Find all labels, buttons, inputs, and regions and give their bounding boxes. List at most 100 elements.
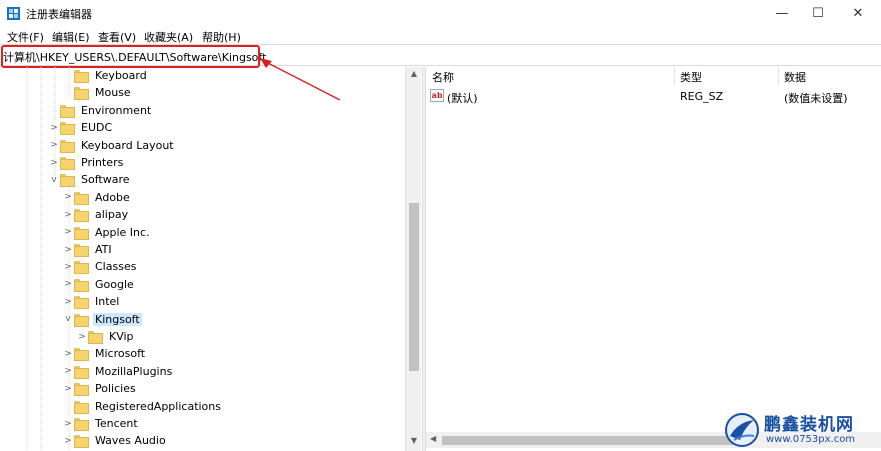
tree-item-label: Keyboard bbox=[95, 69, 147, 82]
tree-item[interactable]: Keyboard bbox=[62, 67, 149, 84]
tree-item-label: Keyboard Layout bbox=[81, 138, 174, 152]
chevron-right-icon[interactable]: > bbox=[62, 206, 74, 223]
chevron-down-icon[interactable]: v bbox=[48, 171, 60, 188]
tree-item[interactable]: v Software bbox=[48, 171, 132, 188]
value-data: (数值未设置) bbox=[784, 92, 848, 105]
value-type: REG_SZ bbox=[680, 90, 724, 103]
chevron-right-icon[interactable]: > bbox=[62, 258, 74, 275]
close-icon: ✕ bbox=[852, 6, 864, 21]
scroll-thumb[interactable] bbox=[409, 203, 419, 371]
tree-item[interactable]: > Printers bbox=[48, 154, 125, 171]
folder-icon bbox=[74, 261, 89, 275]
chevron-right-icon[interactable]: > bbox=[62, 241, 74, 258]
scroll-down-icon[interactable]: ▼ bbox=[406, 436, 422, 445]
column-divider[interactable] bbox=[674, 67, 675, 85]
folder-icon bbox=[74, 348, 89, 362]
chevron-right-icon[interactable]: > bbox=[62, 189, 74, 206]
tree-item[interactable]: Mouse bbox=[62, 84, 133, 101]
chevron-right-icon[interactable]: > bbox=[48, 119, 60, 136]
regedit-app-icon bbox=[7, 7, 20, 20]
tree-item[interactable]: v Kingsoft bbox=[62, 311, 142, 328]
folder-icon bbox=[74, 226, 89, 240]
no-expander bbox=[62, 398, 74, 415]
tree-item-label: Waves Audio bbox=[95, 434, 166, 448]
column-header-type[interactable]: 类型 bbox=[680, 69, 702, 85]
tree-item[interactable]: RegisteredApplications bbox=[62, 398, 223, 415]
chevron-down-icon[interactable]: v bbox=[62, 311, 74, 328]
folder-icon bbox=[74, 400, 89, 414]
tree-item[interactable]: > MozillaPlugins bbox=[62, 363, 174, 380]
close-button[interactable]: ✕ bbox=[840, 0, 876, 27]
tree-item-label: KVip bbox=[109, 330, 134, 343]
folder-icon bbox=[60, 122, 75, 136]
column-header-data[interactable]: 数据 bbox=[784, 69, 806, 85]
chevron-right-icon[interactable]: > bbox=[62, 363, 74, 380]
menu-bar: 文件(F) 编辑(E) 查看(V) 收藏夹(A) 帮助(H) bbox=[0, 27, 881, 44]
tree-item[interactable]: > alipay bbox=[62, 206, 130, 223]
menu-help[interactable]: 帮助(H) bbox=[202, 29, 241, 45]
folder-icon bbox=[74, 70, 89, 83]
tree-item[interactable]: > Tencent bbox=[62, 415, 140, 432]
chevron-right-icon[interactable]: > bbox=[62, 345, 74, 362]
chevron-right-icon[interactable]: > bbox=[76, 328, 88, 345]
maximize-button[interactable]: ☐ bbox=[800, 0, 836, 27]
tree-item[interactable]: > Keyboard Layout bbox=[48, 137, 176, 154]
folder-icon bbox=[74, 209, 89, 223]
menu-edit[interactable]: 编辑(E) bbox=[52, 29, 90, 45]
column-divider[interactable] bbox=[778, 67, 779, 85]
watermark-url: www.0753px.com bbox=[766, 434, 856, 445]
no-expander bbox=[62, 84, 74, 101]
tree-item-label: Policies bbox=[95, 382, 136, 396]
folder-icon bbox=[74, 244, 89, 257]
chevron-right-icon[interactable]: > bbox=[62, 293, 74, 310]
column-header-name[interactable]: 名称 bbox=[432, 69, 454, 85]
folder-icon bbox=[60, 174, 75, 188]
tree-item[interactable]: > Google bbox=[62, 276, 136, 293]
folder-icon bbox=[74, 435, 89, 449]
tree-item[interactable]: > Microsoft bbox=[62, 345, 147, 362]
chevron-right-icon[interactable]: > bbox=[62, 380, 74, 397]
tree-item-label: Google bbox=[95, 277, 134, 291]
scroll-up-icon[interactable]: ▲ bbox=[406, 69, 422, 78]
tree-item-label: Kingsoft bbox=[93, 312, 142, 326]
tree-item[interactable]: > KVip bbox=[76, 328, 136, 345]
folder-icon bbox=[74, 418, 89, 431]
minimize-button[interactable]: — bbox=[764, 0, 800, 27]
tree-item[interactable]: > Waves Audio bbox=[62, 432, 168, 449]
menu-file[interactable]: 文件(F) bbox=[7, 29, 44, 45]
tree-item-label: Apple Inc. bbox=[95, 225, 150, 239]
chevron-right-icon[interactable]: > bbox=[62, 224, 74, 241]
tree-item-label: Tencent bbox=[95, 417, 138, 430]
scroll-left-icon[interactable]: ◀ bbox=[430, 434, 436, 443]
tree-item[interactable]: > Apple Inc. bbox=[62, 224, 152, 241]
chevron-right-icon[interactable]: > bbox=[62, 276, 74, 293]
window-title: 注册表编辑器 bbox=[26, 8, 92, 21]
chevron-right-icon[interactable]: > bbox=[48, 154, 60, 171]
menu-favorites[interactable]: 收藏夹(A) bbox=[144, 29, 193, 45]
tree-item[interactable]: > Intel bbox=[62, 293, 121, 310]
tree-vertical-scrollbar[interactable]: ▲ ▼ bbox=[405, 67, 421, 451]
tree-item[interactable]: > Policies bbox=[62, 380, 138, 397]
menu-view[interactable]: 查看(V) bbox=[98, 29, 136, 45]
tree-item-label: MozillaPlugins bbox=[95, 364, 173, 378]
tree-item[interactable]: > Classes bbox=[62, 258, 138, 275]
tree-item-label: Mouse bbox=[95, 86, 131, 100]
tree-item[interactable]: Environment bbox=[48, 102, 153, 119]
tree-item-label: Classes bbox=[95, 260, 137, 274]
tree-item-label: alipay bbox=[95, 208, 129, 222]
chevron-right-icon[interactable]: > bbox=[62, 415, 74, 432]
chevron-right-icon[interactable]: > bbox=[62, 432, 74, 449]
chevron-right-icon[interactable]: > bbox=[48, 137, 60, 154]
tree-item[interactable]: > ATI bbox=[62, 241, 114, 258]
tree-item[interactable]: > Adobe bbox=[62, 189, 132, 206]
watermark-logo-icon bbox=[725, 413, 759, 447]
address-bar[interactable]: 计算机\HKEY_USERS\.DEFAULT\Software\Kingsof… bbox=[0, 44, 881, 68]
folder-icon bbox=[74, 87, 89, 101]
value-row[interactable]: ab (默认) REG_SZ (数值未设置) bbox=[426, 88, 881, 105]
values-list: 名称 类型 数据 ab (默认) REG_SZ (数值未设置) bbox=[426, 67, 881, 451]
tree-item-label: Environment bbox=[81, 103, 152, 117]
tree-item[interactable]: > EUDC bbox=[48, 119, 114, 136]
tree-item-label: Software bbox=[81, 173, 130, 187]
address-highlight-box bbox=[1, 45, 260, 68]
hscroll-thumb[interactable] bbox=[442, 436, 742, 445]
